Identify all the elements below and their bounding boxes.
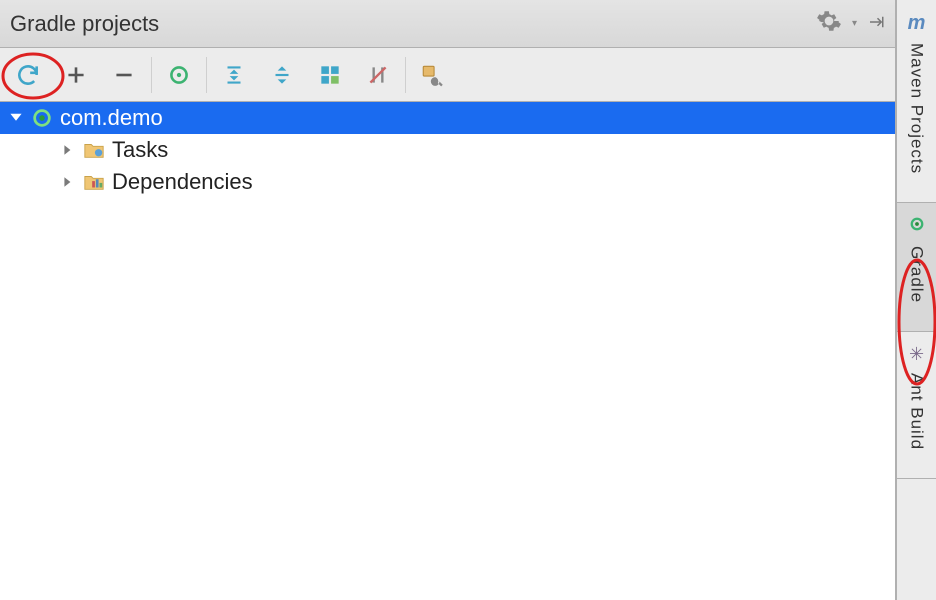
tree-root-row[interactable]: com.demo: [0, 102, 895, 134]
chevron-right-icon[interactable]: [60, 144, 76, 156]
gear-dropdown-icon[interactable]: ▾: [852, 18, 857, 29]
tasks-folder-icon: [82, 138, 106, 162]
sidebar-tab-label: Ant Build: [907, 373, 927, 450]
tree-area[interactable]: com.demo Tasks: [0, 102, 895, 600]
tree-row-label: Dependencies: [112, 169, 253, 195]
sidebar-tab-label: Gradle: [907, 246, 927, 303]
gradle-icon: [908, 215, 926, 238]
collapse-all-button[interactable]: [258, 48, 306, 101]
hide-icon[interactable]: [867, 11, 885, 37]
deps-folder-icon: [82, 170, 106, 194]
right-sidebar-tabs: m Maven Projects Gradle ✳ Ant Build: [896, 0, 936, 600]
panel-title: Gradle projects: [10, 11, 159, 37]
toolbar: [0, 48, 895, 102]
expand-all-button[interactable]: [210, 48, 258, 101]
tab-maven-projects[interactable]: m Maven Projects: [897, 0, 936, 203]
tree-root-label: com.demo: [60, 105, 163, 131]
settings-wrench-button[interactable]: [409, 48, 457, 101]
sidebar-tab-label: Maven Projects: [907, 43, 927, 174]
panel-header: Gradle projects ▾: [0, 0, 895, 48]
gear-icon[interactable]: [816, 8, 842, 40]
group-button[interactable]: [306, 48, 354, 101]
tab-ant-build[interactable]: ✳ Ant Build: [897, 332, 936, 479]
tree-row[interactable]: Dependencies: [0, 166, 895, 198]
tab-gradle[interactable]: Gradle: [897, 203, 936, 332]
execute-button[interactable]: [155, 48, 203, 101]
tree-row-label: Tasks: [112, 137, 168, 163]
maven-icon: m: [908, 12, 926, 35]
chevron-right-icon[interactable]: [60, 176, 76, 188]
gradle-module-icon: [30, 106, 54, 130]
ant-icon: ✳: [909, 344, 924, 365]
tree-row[interactable]: Tasks: [0, 134, 895, 166]
refresh-button[interactable]: [4, 48, 52, 101]
remove-button[interactable]: [100, 48, 148, 101]
add-button[interactable]: [52, 48, 100, 101]
chevron-down-icon[interactable]: [8, 111, 24, 125]
toggle-offline-button[interactable]: [354, 48, 402, 101]
